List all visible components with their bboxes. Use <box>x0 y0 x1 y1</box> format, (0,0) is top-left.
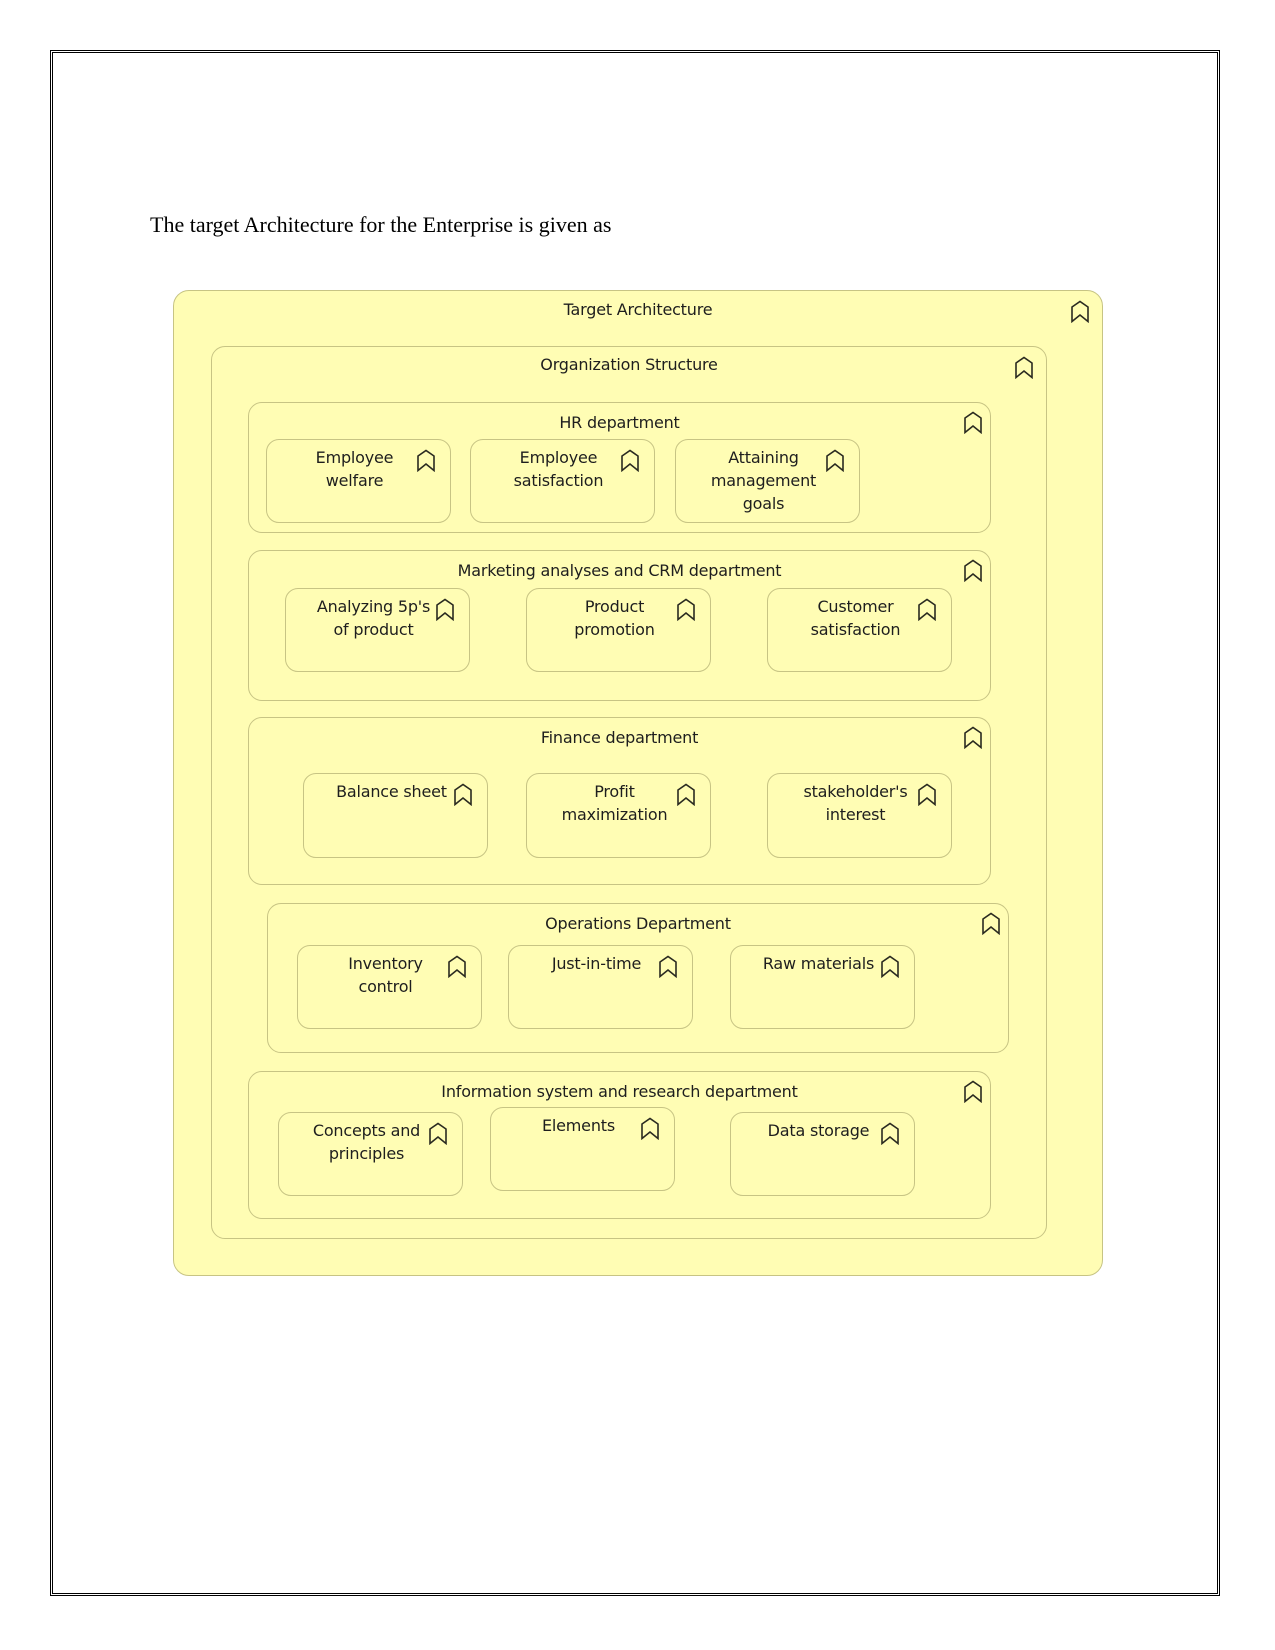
element-label: Raw materials <box>753 952 884 975</box>
business-function-icon <box>435 598 455 621</box>
element-label: Concepts and principles <box>301 1119 432 1165</box>
element-label-line: of product <box>333 620 414 639</box>
element-label-line: Just-in-time <box>551 954 642 973</box>
business-function-element[interactable]: Attaining management goals <box>675 439 860 523</box>
element-label-line: Inventory <box>348 954 423 973</box>
department-title: Finance department <box>540 728 699 747</box>
business-function-icon <box>447 955 467 978</box>
element-label-line: principles <box>328 1144 405 1163</box>
business-function-icon <box>658 955 678 978</box>
department-title: Information system and research departme… <box>441 1082 798 1101</box>
element-label: Just-in-time <box>531 952 662 975</box>
element-label-line: Profit <box>594 782 635 801</box>
business-function-icon <box>963 726 983 749</box>
element-label-line: Employee <box>315 448 394 467</box>
element-label: Attaining management goals <box>698 446 829 515</box>
business-function-element[interactable]: Raw materials <box>730 945 915 1029</box>
business-function-element[interactable]: Concepts and principles <box>278 1112 463 1196</box>
business-function-icon <box>981 912 1001 935</box>
business-function-element[interactable]: Profit maximization <box>526 773 711 858</box>
element-label-line: control <box>358 977 413 996</box>
business-function-icon <box>825 449 845 472</box>
business-function-element[interactable]: stakeholder's interest <box>767 773 952 858</box>
business-function-icon <box>1014 356 1034 379</box>
business-function-element[interactable]: Product promotion <box>526 588 711 672</box>
business-function-icon <box>676 598 696 621</box>
element-label-line: welfare <box>325 471 384 490</box>
element-label-line: Balance sheet <box>336 782 447 801</box>
business-function-icon <box>1070 300 1090 323</box>
business-function-element[interactable]: Balance sheet <box>303 773 488 858</box>
business-function-icon <box>917 783 937 806</box>
department-title: Marketing analyses and CRM department <box>457 561 782 580</box>
business-function-element[interactable]: Customer satisfaction <box>767 588 952 672</box>
element-label: stakeholder's interest <box>790 780 921 826</box>
target-architecture-title: Target Architecture <box>563 300 713 319</box>
business-function-icon <box>963 559 983 582</box>
business-function-icon <box>453 783 473 806</box>
element-label-line: maximization <box>561 805 668 824</box>
element-label: Customer satisfaction <box>790 595 921 641</box>
element-label-line: Elements <box>542 1116 615 1135</box>
element-label-line: Data storage <box>767 1121 870 1140</box>
business-function-icon <box>963 1080 983 1103</box>
department-title: Operations Department <box>545 914 731 933</box>
business-function-icon <box>676 783 696 806</box>
element-label-line: satisfaction <box>513 471 604 490</box>
element-label-line: Concepts and <box>312 1121 421 1140</box>
element-label: Profit maximization <box>549 780 680 826</box>
element-label-line: interest <box>825 805 886 824</box>
business-function-element[interactable]: Employee welfare <box>266 439 451 523</box>
business-function-element[interactable]: Inventory control <box>297 945 482 1029</box>
element-label-line: stakeholder's <box>803 782 908 801</box>
business-function-element[interactable]: Analyzing 5p's of product <box>285 588 470 672</box>
element-label-line: satisfaction <box>810 620 901 639</box>
business-function-icon <box>416 449 436 472</box>
business-function-icon <box>880 1122 900 1145</box>
intro-paragraph: The target Architecture for the Enterpri… <box>150 212 612 237</box>
organization-structure-title: Organization Structure <box>540 355 718 374</box>
business-function-icon <box>640 1117 660 1140</box>
department-title: HR department <box>559 413 680 432</box>
element-label-line: promotion <box>574 620 655 639</box>
business-function-element[interactable]: Employee satisfaction <box>470 439 655 523</box>
element-label-line: management <box>710 471 817 490</box>
element-label-line: Raw materials <box>762 954 875 973</box>
element-label-line: Product <box>584 597 645 616</box>
element-label-line: goals <box>742 494 785 513</box>
element-label: Product promotion <box>549 595 680 641</box>
business-function-icon <box>880 955 900 978</box>
element-label-line: Attaining <box>728 448 799 467</box>
business-function-element[interactable]: Data storage <box>730 1112 915 1196</box>
element-label-line: Employee <box>519 448 598 467</box>
element-label: Inventory control <box>320 952 451 998</box>
business-function-icon <box>963 411 983 434</box>
element-label: Employee satisfaction <box>493 446 624 492</box>
business-function-element[interactable]: Elements <box>490 1107 675 1191</box>
element-label: Data storage <box>753 1119 884 1142</box>
element-label-line: Customer <box>817 597 894 616</box>
element-label: Balance sheet <box>326 780 457 803</box>
business-function-element[interactable]: Just-in-time <box>508 945 693 1029</box>
element-label-line: Analyzing 5p's <box>316 597 431 616</box>
element-label: Employee welfare <box>289 446 420 492</box>
business-function-icon <box>428 1122 448 1145</box>
business-function-icon <box>917 598 937 621</box>
business-function-icon <box>620 449 640 472</box>
element-label: Analyzing 5p's of product <box>308 595 439 641</box>
element-label: Elements <box>513 1114 644 1137</box>
